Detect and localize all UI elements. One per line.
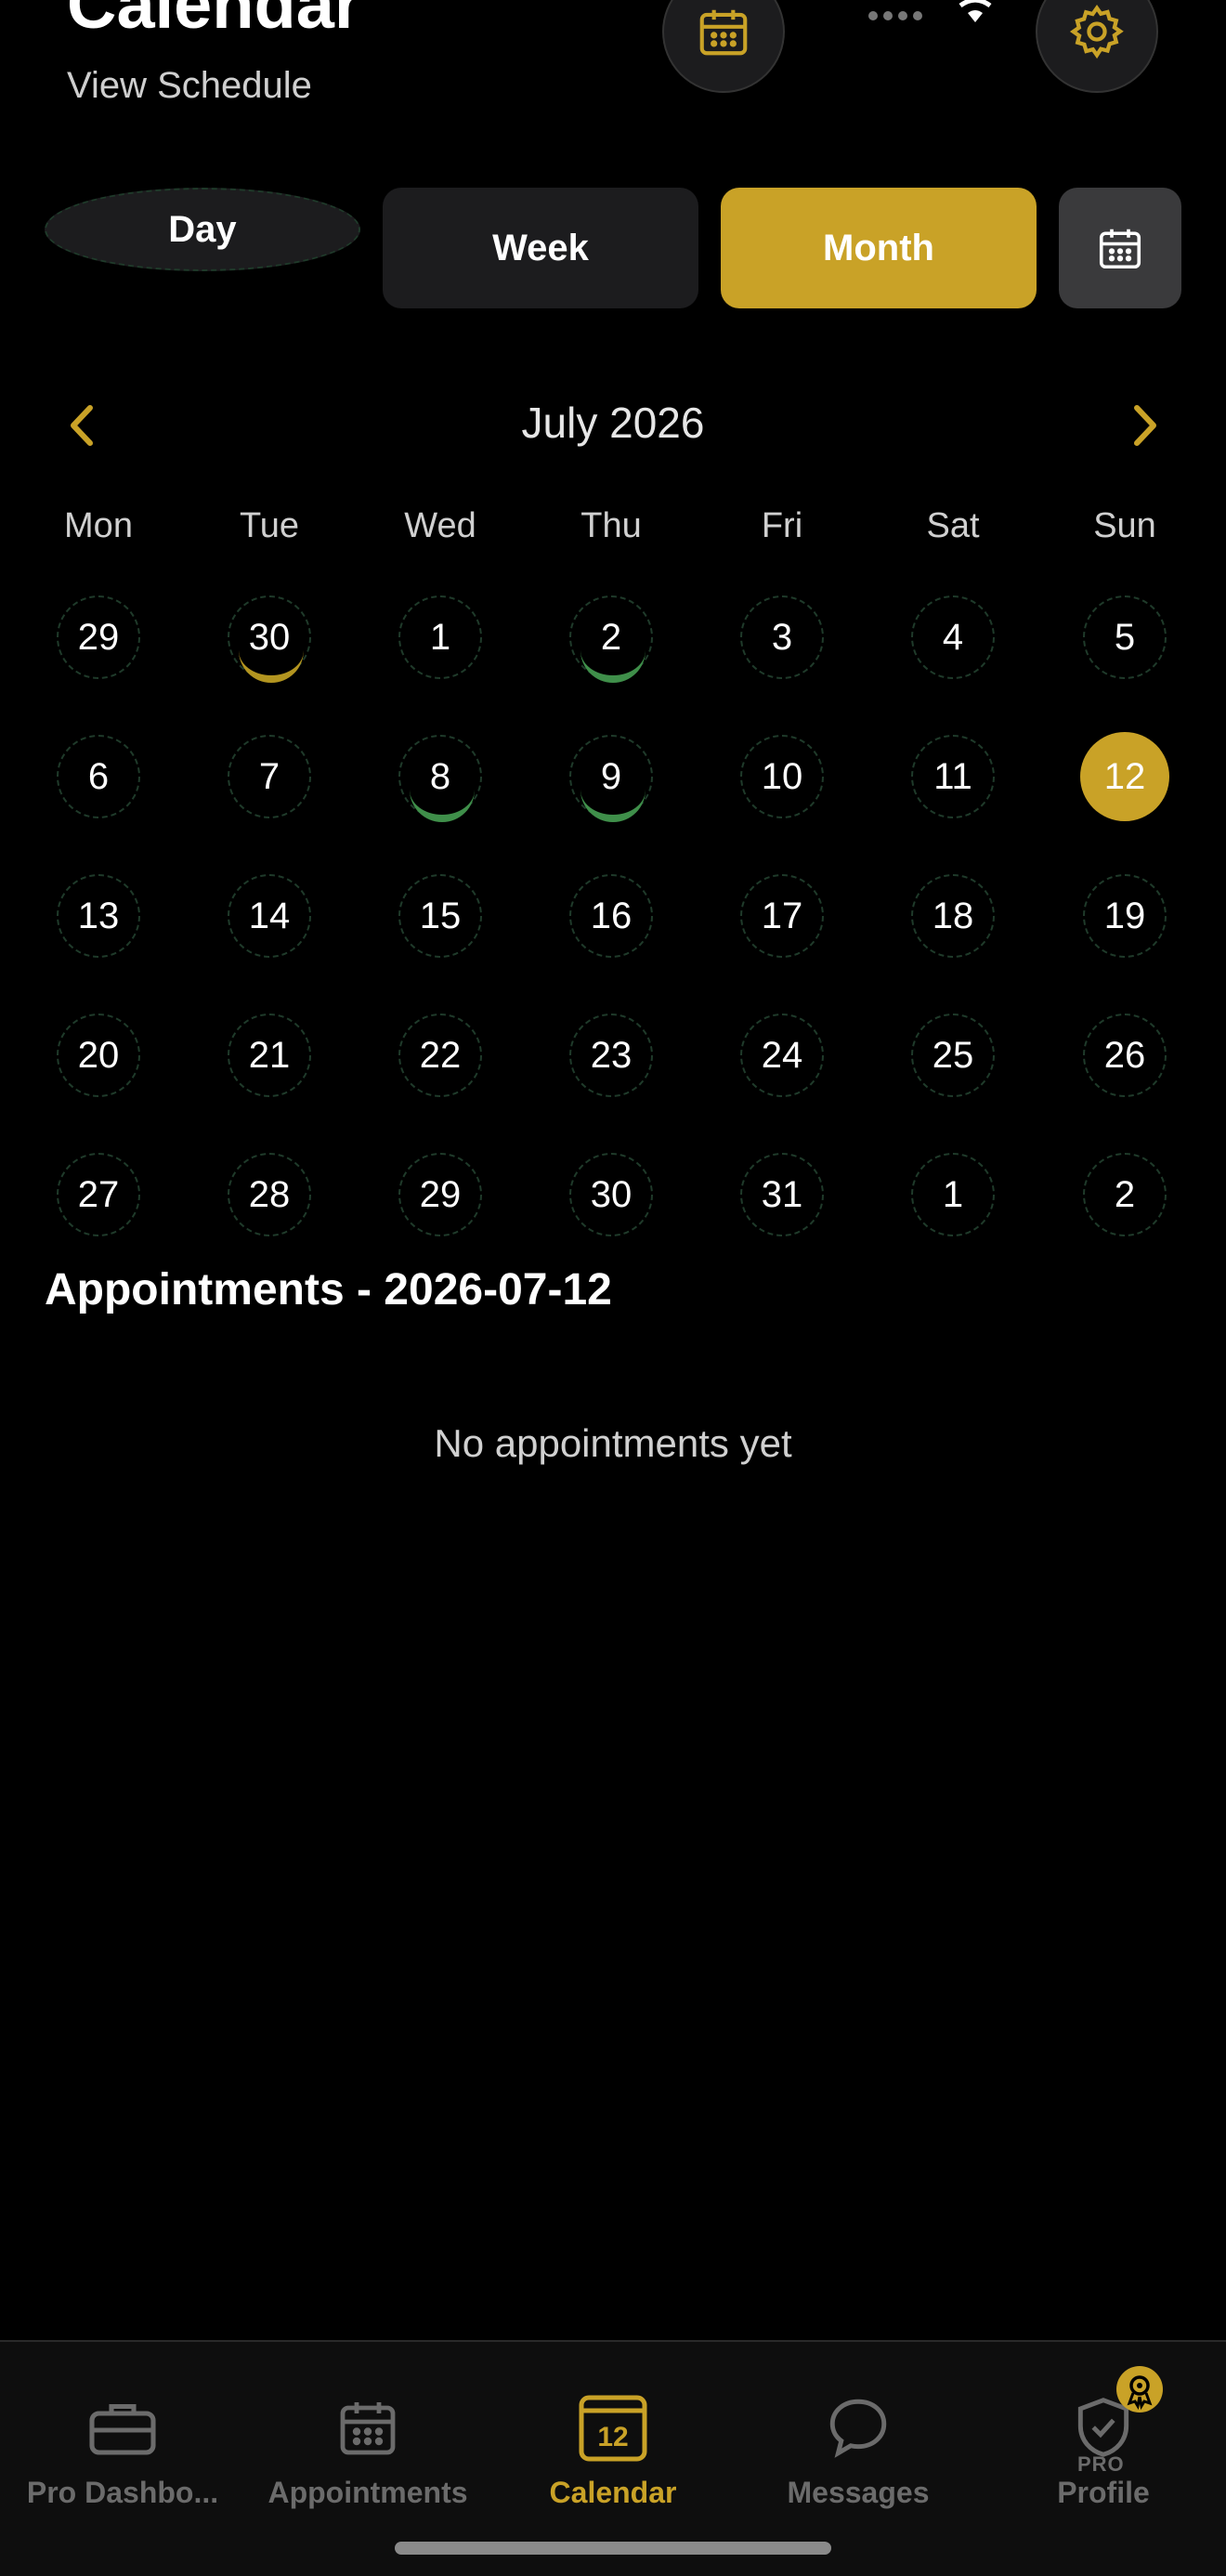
day-cell[interactable]: 28 (228, 1153, 311, 1236)
tab-appointments[interactable]: Appointments (245, 2390, 490, 2510)
day-cell[interactable]: 1 (398, 595, 482, 679)
day-cell[interactable]: 11 (911, 735, 995, 818)
pro-badge-icon (1116, 2366, 1163, 2413)
tab-profile[interactable]: Profile (981, 2390, 1226, 2510)
day-cell[interactable]: 1 (911, 1153, 995, 1236)
day-cell[interactable]: 4 (911, 595, 995, 679)
day-cell[interactable]: 20 (57, 1013, 140, 1097)
briefcase-icon (89, 2403, 156, 2455)
tab-calendar[interactable]: 12 Calendar (490, 2390, 736, 2510)
day-cell[interactable]: 30 (228, 595, 311, 683)
day-cell[interactable]: 6 (57, 735, 140, 818)
tab-label: Messages (787, 2476, 930, 2509)
appointments-title: Appointments - 2026-07-12 (45, 1265, 612, 1314)
day-cell[interactable]: 26 (1083, 1013, 1167, 1097)
day-cell[interactable]: 22 (398, 1013, 482, 1097)
day-cell[interactable]: 23 (569, 1013, 653, 1097)
tab-bar: Pro Dashbo... Appointments 12 Calendar M… (0, 2340, 1226, 2576)
day-cell[interactable]: 9 (569, 735, 653, 822)
day-cell[interactable]: 27 (57, 1153, 140, 1236)
calendar-icon (340, 2402, 396, 2455)
calendar-day-icon: 12 (579, 2395, 647, 2462)
day-cell[interactable]: 25 (911, 1013, 995, 1097)
tab-pro-dashboard[interactable]: Pro Dashbo... (0, 2390, 245, 2510)
day-cell[interactable]: 7 (228, 735, 311, 818)
day-cell[interactable]: 18 (911, 874, 995, 958)
tab-label: Profile (1057, 2476, 1150, 2509)
day-cell[interactable]: 16 (569, 874, 653, 958)
pro-tag: PRO (1077, 2452, 1125, 2476)
day-cell[interactable]: 2 (1083, 1153, 1167, 1236)
day-cell[interactable]: 3 (740, 595, 824, 679)
day-cell[interactable]: 29 (398, 1153, 482, 1236)
calendar-badge: 12 (597, 2422, 628, 2452)
tab-messages[interactable]: Messages (736, 2390, 981, 2510)
day-cell[interactable]: 19 (1083, 874, 1167, 958)
appointment-marker (410, 789, 475, 822)
day-cell[interactable]: 24 (740, 1013, 824, 1097)
home-indicator (395, 2542, 831, 2555)
tab-label: Appointments (267, 2476, 468, 2509)
day-cell[interactable]: 8 (398, 735, 482, 822)
month-grid: 29 30 1 2 3 4 5 6 7 8 9 10 11 12 13 14 15 16 17 18 19 20 21 22 2… (0, 0, 1226, 1245)
day-cell[interactable]: 15 (398, 874, 482, 958)
day-cell[interactable]: 31 (740, 1153, 824, 1236)
day-cell[interactable]: 5 (1083, 595, 1167, 679)
chat-bubble-icon (829, 2399, 887, 2458)
day-cell[interactable]: 14 (228, 874, 311, 958)
day-cell[interactable]: 10 (740, 735, 824, 818)
day-cell-selected[interactable]: 12 (1080, 732, 1169, 821)
appointment-marker (580, 789, 646, 822)
empty-state-text: No appointments yet (434, 1421, 792, 1465)
tab-label: Calendar (549, 2476, 677, 2509)
day-cell[interactable]: 13 (57, 874, 140, 958)
day-cell[interactable]: 17 (740, 874, 824, 958)
appointment-marker (580, 649, 646, 683)
day-cell[interactable]: 21 (228, 1013, 311, 1097)
appointment-marker (239, 649, 304, 683)
day-cell[interactable]: 2 (569, 595, 653, 683)
day-cell[interactable]: 30 (569, 1153, 653, 1236)
day-cell[interactable]: 29 (57, 595, 140, 679)
tab-label: Pro Dashbo... (26, 2476, 219, 2509)
